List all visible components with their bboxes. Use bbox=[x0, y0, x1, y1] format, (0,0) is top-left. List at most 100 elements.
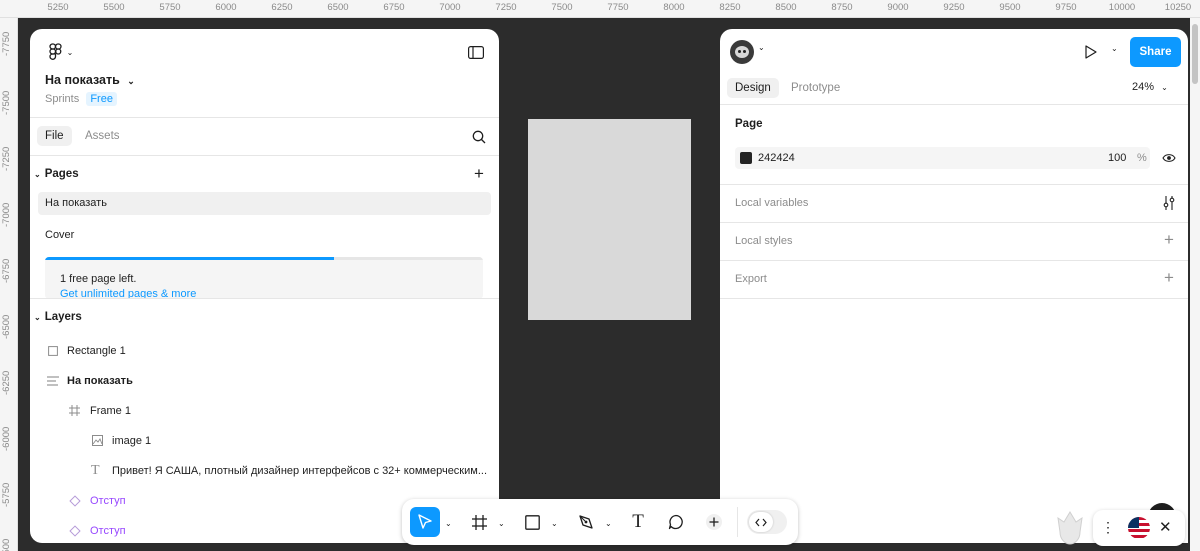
chevron-down-icon[interactable]: ⌄ bbox=[605, 519, 612, 528]
divider bbox=[720, 260, 1188, 261]
comment-tool-button[interactable] bbox=[661, 507, 691, 537]
page-limit-progress-fill bbox=[45, 257, 335, 260]
comment-icon bbox=[668, 514, 683, 530]
page-fill-field[interactable]: 242424 100 % bbox=[735, 147, 1150, 169]
layer-row[interactable]: T Привет! Я САША, плотный дизайнер интер… bbox=[30, 463, 499, 479]
left-sidebar: ⌄ На показать ⌄ Sprints Free File Assets… bbox=[30, 29, 499, 543]
tab-assets[interactable]: Assets bbox=[77, 126, 128, 146]
frame-tool-button[interactable] bbox=[464, 507, 494, 537]
plus-icon: + bbox=[1164, 230, 1174, 249]
scrollbar-thumb[interactable] bbox=[1192, 24, 1198, 84]
project-info: Sprints Free bbox=[45, 92, 117, 106]
pages-section-toggle[interactable]: ⌄ Pages bbox=[34, 168, 79, 180]
play-icon bbox=[1085, 45, 1097, 59]
divider bbox=[30, 155, 499, 156]
pen-icon bbox=[579, 515, 593, 529]
local-variables-label[interactable]: Local variables bbox=[735, 197, 808, 209]
present-button[interactable] bbox=[1082, 42, 1100, 62]
color-hex[interactable]: 242424 bbox=[758, 152, 795, 164]
color-swatch[interactable] bbox=[740, 152, 752, 164]
page-label: Cover bbox=[45, 229, 75, 241]
ruler-tick: 5250 bbox=[47, 2, 69, 13]
file-name-menu[interactable]: На показать ⌄ bbox=[45, 73, 135, 87]
ruler-tick: 8250 bbox=[719, 2, 741, 13]
shape-tool-button[interactable] bbox=[517, 507, 547, 537]
layer-label: Frame 1 bbox=[90, 405, 131, 417]
add-export-button[interactable]: + bbox=[1161, 268, 1177, 287]
dev-mode-toggle[interactable] bbox=[747, 510, 787, 534]
component-instance-icon bbox=[69, 525, 81, 537]
close-icon[interactable]: ✕ bbox=[1159, 518, 1172, 536]
layers-section-toggle[interactable]: ⌄ Layers bbox=[34, 311, 82, 323]
chevron-down-icon[interactable]: ⌄ bbox=[1111, 44, 1118, 53]
local-styles-label[interactable]: Local styles bbox=[735, 235, 792, 247]
us-flag-icon[interactable] bbox=[1128, 517, 1150, 539]
left-ruler: -7750 -7500 -7250 -7000 -6750 -6500 -625… bbox=[0, 18, 18, 551]
sidebar-layout-icon bbox=[468, 45, 484, 59]
more-options-icon[interactable]: ⋮ bbox=[1101, 519, 1115, 536]
layer-row[interactable]: Frame 1 bbox=[30, 403, 499, 419]
search-layers-button[interactable] bbox=[470, 128, 488, 146]
code-icon bbox=[755, 518, 767, 526]
toggle-sidebar-button[interactable] bbox=[466, 43, 486, 61]
export-label[interactable]: Export bbox=[735, 273, 767, 285]
toolbar-divider bbox=[737, 507, 738, 537]
pages-title: Pages bbox=[44, 168, 79, 180]
tab-file[interactable]: File bbox=[37, 126, 72, 146]
file-name: На показать bbox=[45, 73, 120, 87]
artboard-frame[interactable] bbox=[528, 119, 691, 320]
chevron-down-icon[interactable]: ⌄ bbox=[758, 43, 765, 52]
flag-canton bbox=[1128, 517, 1139, 528]
ruler-tick: 9750 bbox=[1055, 2, 1077, 13]
canvas-scrollbar[interactable] bbox=[1190, 18, 1200, 551]
ruler-tick: -7500 bbox=[1, 90, 12, 115]
layer-label: image 1 bbox=[112, 435, 152, 447]
ruler-tick: -5750 bbox=[1, 482, 12, 507]
project-name[interactable]: Sprints bbox=[45, 93, 79, 105]
layers-title: Layers bbox=[44, 311, 82, 323]
ruler-tick: -6750 bbox=[1, 258, 12, 283]
tab-prototype[interactable]: Prototype bbox=[783, 78, 848, 98]
component-instance-icon bbox=[69, 495, 81, 507]
plan-badge[interactable]: Free bbox=[86, 92, 117, 106]
chevron-down-icon: ⌄ bbox=[1161, 83, 1168, 92]
ruler-tick: -5500 bbox=[1, 538, 12, 551]
layer-row[interactable]: На показать bbox=[30, 373, 499, 389]
divider bbox=[30, 117, 499, 118]
extension-mascot-icon bbox=[1057, 511, 1083, 545]
divider bbox=[720, 184, 1188, 185]
pen-tool-button[interactable] bbox=[571, 507, 601, 537]
visibility-toggle[interactable] bbox=[1160, 150, 1178, 166]
layer-row[interactable]: Rectangle 1 bbox=[30, 343, 499, 359]
text-tool-button[interactable]: T bbox=[623, 507, 653, 537]
ruler-tick: 9500 bbox=[999, 2, 1021, 13]
chevron-down-icon[interactable]: ⌄ bbox=[445, 519, 452, 528]
variables-button[interactable] bbox=[1160, 194, 1178, 212]
main-menu-button[interactable]: ⌄ bbox=[44, 42, 78, 62]
ruler-tick: 9000 bbox=[887, 2, 909, 13]
add-page-button[interactable]: + bbox=[471, 164, 487, 183]
ruler-tick: -7250 bbox=[1, 146, 12, 171]
ruler-tick: 8000 bbox=[663, 2, 685, 13]
move-tool-button[interactable] bbox=[410, 507, 440, 537]
share-button[interactable]: Share bbox=[1130, 37, 1181, 67]
layer-row[interactable]: image 1 bbox=[30, 433, 499, 449]
text-icon: T bbox=[91, 463, 100, 478]
page-item[interactable]: Cover bbox=[38, 226, 491, 249]
page-label: На показать bbox=[45, 197, 107, 209]
chevron-down-icon[interactable]: ⌄ bbox=[551, 519, 558, 528]
top-ruler: 5250 5500 5750 6000 6250 6500 6750 7000 … bbox=[0, 0, 1200, 18]
ruler-tick: 7750 bbox=[607, 2, 629, 13]
chevron-down-icon[interactable]: ⌄ bbox=[498, 519, 505, 528]
sliders-icon bbox=[1163, 196, 1175, 210]
zoom-menu[interactable]: 24% ⌄ bbox=[1132, 81, 1168, 93]
ruler-tick: 8500 bbox=[775, 2, 797, 13]
add-style-button[interactable]: + bbox=[1161, 230, 1177, 249]
avatar[interactable] bbox=[730, 40, 754, 64]
actions-button[interactable] bbox=[699, 507, 729, 537]
opacity-value[interactable]: 100 bbox=[1108, 152, 1126, 164]
page-item-selected[interactable]: На показать bbox=[38, 192, 491, 215]
avatar-eye bbox=[738, 50, 741, 53]
ruler-tick: 7500 bbox=[551, 2, 573, 13]
tab-design[interactable]: Design bbox=[727, 78, 779, 98]
